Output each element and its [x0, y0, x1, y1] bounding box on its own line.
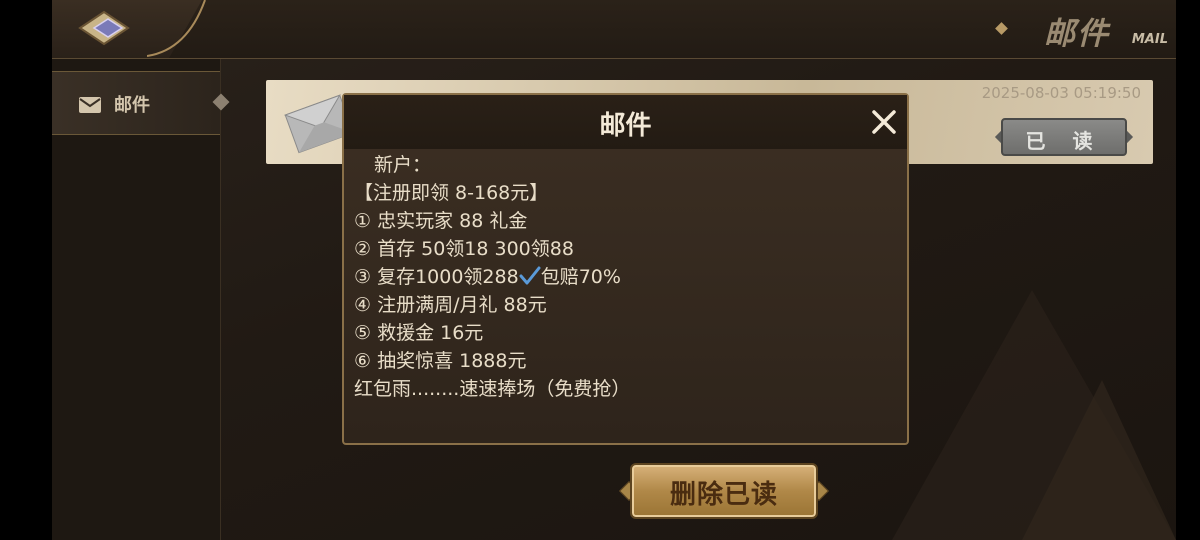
- screen: 邮件 MAIL 邮件 2025-08-03 05:19:50 已 读 邮件 新户…: [0, 0, 1200, 540]
- right-letterbox: [1176, 0, 1200, 540]
- mail-body-line: 新户：: [374, 154, 432, 176]
- selection-notch-icon: [212, 93, 230, 111]
- mail-body-line-suffix: 包赔70%: [540, 266, 621, 288]
- left-letterbox: [0, 0, 52, 540]
- envelope-icon: [79, 97, 101, 113]
- dialog-header: 邮件: [344, 95, 907, 149]
- mail-body-line: ⑤ 救援金 16元: [354, 322, 484, 344]
- mail-dialog: 邮件 新户： 【注册即领 8-168元】 ① 忠实玩家 88 礼金 ② 首存 5…: [342, 93, 909, 445]
- close-icon: [872, 110, 896, 134]
- delete-read-label: 删除已读: [669, 480, 778, 510]
- top-bar: 邮件 MAIL: [52, 0, 1176, 59]
- mail-body-line-text: ③ 复存1000领288: [354, 266, 519, 288]
- title-area: 邮件 MAIL: [970, 6, 1168, 52]
- close-button[interactable]: [867, 105, 901, 139]
- mail-body-line: ⑥ 抽奖惊喜 1888元: [354, 350, 527, 372]
- page-title: 邮件: [1044, 16, 1110, 52]
- mail-body-line: ② 首存 50领18 300领88: [354, 238, 574, 260]
- dialog-body: 新户： 【注册即领 8-168元】 ① 忠实玩家 88 礼金 ② 首存 50领1…: [354, 151, 899, 403]
- page-subtitle: MAIL: [1131, 32, 1168, 47]
- diamond-ornament-icon: [995, 22, 1008, 35]
- mail-screen: 邮件 MAIL 邮件 2025-08-03 05:19:50 已 读 邮件 新户…: [52, 0, 1176, 540]
- mail-timestamp: 2025-08-03 05:19:50: [981, 84, 1141, 102]
- sidebar-item-mail[interactable]: 邮件: [52, 71, 230, 135]
- mail-body-line: ④ 注册满周/月礼 88元: [354, 294, 547, 316]
- back-arrow-icon: [78, 10, 130, 46]
- mail-body-line: ③ 复存1000领288 包赔70%: [354, 263, 899, 291]
- read-status-badge: 已 读: [994, 118, 1134, 156]
- mail-body-line: ① 忠实玩家 88 礼金: [354, 210, 528, 232]
- checkmark-icon: [519, 266, 541, 285]
- sidebar-item-label: 邮件: [114, 95, 150, 116]
- dialog-title: 邮件: [599, 111, 652, 141]
- read-status-label: 已 读: [1025, 129, 1103, 153]
- mail-body-line: 红包雨........速速捧场（免费抢）: [354, 378, 631, 400]
- sidebar: 邮件: [52, 59, 230, 540]
- mail-body-line: 【注册即领 8-168元】: [354, 182, 549, 204]
- delete-read-button[interactable]: 删除已读: [618, 461, 830, 521]
- corner-ornament: [147, 0, 206, 57]
